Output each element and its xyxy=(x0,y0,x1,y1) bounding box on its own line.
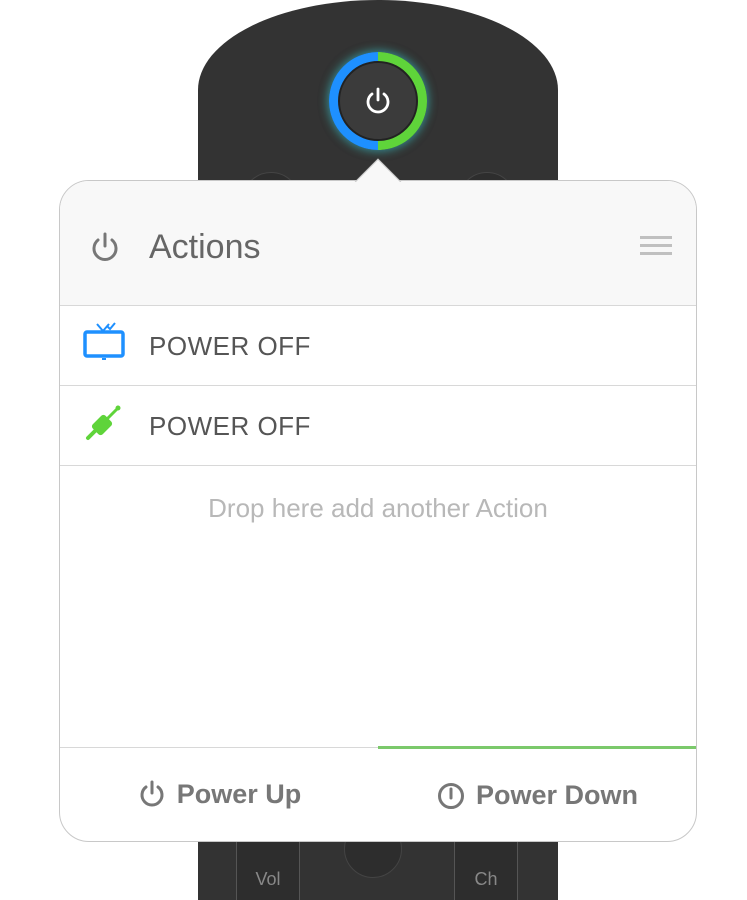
popup-title: Actions xyxy=(149,228,261,266)
hamburger-menu-icon[interactable] xyxy=(640,236,672,260)
drop-zone-hint[interactable]: Drop here add another Action xyxy=(60,493,696,524)
power-icon xyxy=(88,231,122,270)
tab-power-up[interactable]: Power Up xyxy=(60,748,378,841)
tab-power-down-label: Power Down xyxy=(475,780,638,810)
tab-power-down[interactable]: Power Down xyxy=(378,746,696,841)
tab-bar: Power Up Power Down xyxy=(60,746,696,841)
popup-pointer xyxy=(352,156,404,182)
action-label: POWER OFF xyxy=(149,331,311,361)
action-row[interactable]: POWER OFF xyxy=(60,306,696,386)
popup-header: Actions xyxy=(60,181,696,306)
power-icon xyxy=(137,780,167,810)
tv-icon xyxy=(82,322,126,367)
power-icon xyxy=(366,87,390,114)
vol-label: Vol xyxy=(255,869,281,889)
remote-power-button[interactable] xyxy=(338,61,418,141)
action-row[interactable]: POWER OFF xyxy=(60,386,696,466)
action-label: POWER OFF xyxy=(149,411,311,441)
power-down-icon xyxy=(436,781,466,811)
tab-power-up-label: Power Up xyxy=(176,779,302,809)
actions-popup: Actions POWER OFF POWER OFF Drop here ad… xyxy=(59,180,697,842)
audio-jack-icon xyxy=(82,402,126,449)
ch-label: Ch xyxy=(474,869,498,889)
